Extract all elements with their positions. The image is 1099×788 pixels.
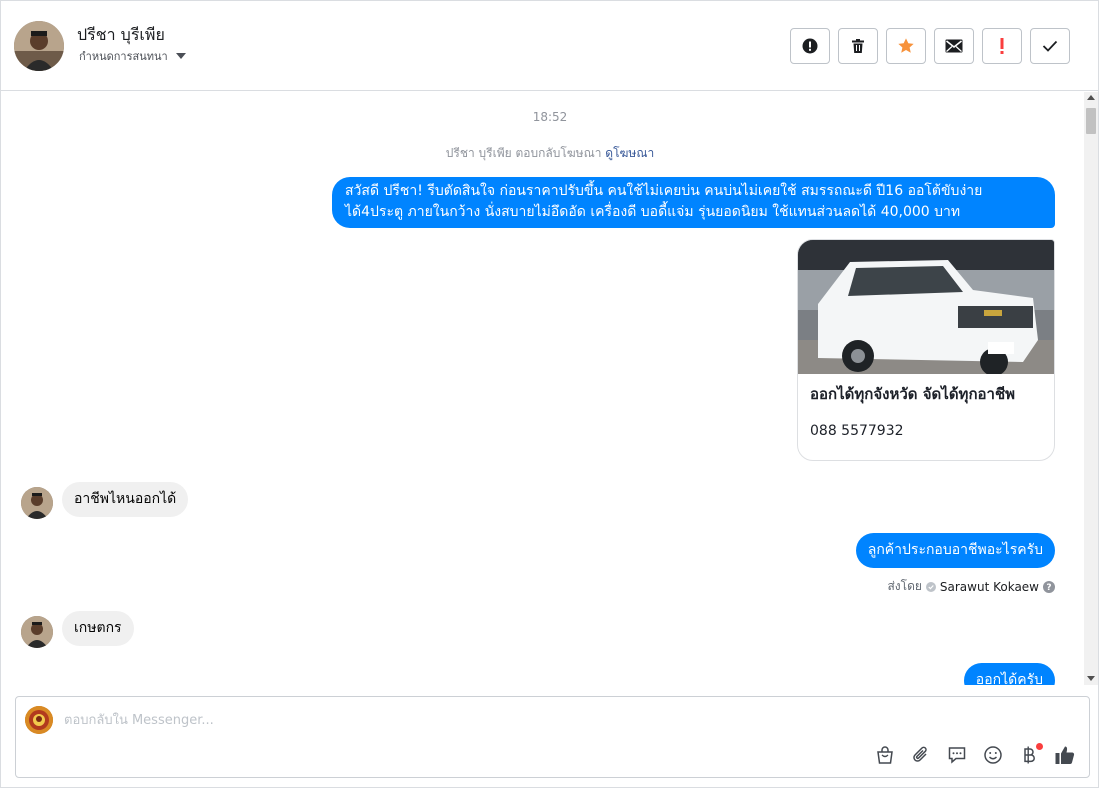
outgoing-message[interactable]: ลูกค้าประกอบอาชีพอะไรครับ — [855, 533, 1055, 568]
checkmark-icon — [1042, 40, 1058, 52]
contact-avatar-small — [21, 616, 53, 648]
star-button[interactable] — [886, 28, 926, 64]
page-avatar — [25, 706, 53, 734]
schedule-dropdown[interactable]: กำหนดการสนทนา — [79, 47, 186, 65]
ad-card[interactable]: ออกได้ทุกจังหวัด จัดได้ทุกอาชีพ 088 5577… — [797, 239, 1055, 461]
mark-done-button[interactable] — [1030, 28, 1070, 64]
messenger-panel: ปรีชา บุรีเพีย กำหนดการสนทนา 18:52 ปรีชา… — [0, 0, 1099, 788]
delete-button[interactable] — [838, 28, 878, 64]
incoming-message[interactable]: เกษตกร — [62, 611, 134, 646]
payment-button[interactable] — [1017, 743, 1043, 767]
like-button[interactable] — [1053, 743, 1077, 767]
paperclip-icon — [913, 746, 927, 762]
view-ad-link[interactable]: ดูโฆษณา — [605, 146, 654, 160]
chat-bubble-icon — [948, 747, 966, 764]
baht-icon — [1024, 746, 1035, 764]
ad-card-phone: 088 5577932 — [810, 423, 904, 439]
message-input[interactable] — [64, 709, 964, 731]
mark-unread-button[interactable] — [934, 28, 974, 64]
exclamation-icon — [1000, 38, 1004, 54]
scroll-up-arrow-icon[interactable] — [1087, 95, 1095, 100]
star-icon — [898, 38, 914, 53]
bag-icon — [877, 746, 893, 764]
contact-avatar[interactable] — [14, 21, 64, 71]
sender-name[interactable]: Sarawut Kokaew — [940, 580, 1039, 594]
message-list[interactable]: 18:52 ปรีชา บุรีเพีย ตอบกลับโฆษณา ดูโฆษณ… — [2, 92, 1098, 685]
saved-replies-button[interactable] — [945, 743, 969, 767]
svg-text:?: ? — [1046, 583, 1051, 593]
ad-reply-notice: ปรีชา บุรีเพีย ตอบกลับโฆษณา ดูโฆษณา — [2, 144, 1098, 163]
conversation-header: ปรีชา บุรีเพีย กำหนดการสนทนา — [1, 1, 1098, 91]
scrollbar-thumb[interactable] — [1086, 108, 1096, 134]
verified-icon — [925, 581, 936, 592]
ad-reply-text: ปรีชา บุรีเพีย ตอบกลับโฆษณา — [445, 146, 602, 160]
notification-dot — [1036, 743, 1043, 750]
schedule-label: กำหนดการสนทนา — [79, 50, 168, 63]
follow-up-button[interactable] — [982, 28, 1022, 64]
shop-button[interactable] — [873, 743, 897, 767]
attach-button[interactable] — [909, 743, 933, 767]
scrollbar[interactable] — [1084, 92, 1098, 685]
incoming-message[interactable]: อาชีพไหนออกได้ — [62, 482, 189, 517]
emoji-button[interactable] — [981, 743, 1005, 767]
sent-by-prefix: ส่งโดย — [887, 579, 922, 593]
thumbs-up-icon — [1055, 746, 1075, 765]
envelope-icon — [945, 39, 963, 53]
outgoing-message[interactable]: ออกได้ครับ — [963, 663, 1055, 685]
smiley-icon — [984, 746, 1002, 764]
help-icon[interactable]: ? — [1043, 580, 1055, 593]
mark-spam-button[interactable] — [790, 28, 830, 64]
alert-circle-icon — [802, 38, 818, 54]
sent-by-label: ส่งโดย Sarawut Kokaew ? — [887, 577, 1055, 596]
trash-icon — [852, 39, 864, 53]
caret-down-icon — [175, 53, 186, 59]
scroll-down-arrow-icon[interactable] — [1087, 676, 1095, 681]
composer-toolbar — [873, 743, 1077, 767]
contact-avatar-small — [21, 487, 53, 519]
contact-name[interactable]: ปรีชา บุรีเพีย — [77, 23, 165, 48]
car-image — [798, 240, 1054, 374]
outgoing-message[interactable]: สวัสดี ปรีชา! รีบตัดสินใจ ก่อนราคาปรับขึ… — [332, 177, 1055, 228]
reply-composer — [15, 696, 1090, 778]
message-timestamp: 18:52 — [532, 110, 568, 124]
ad-card-title: ออกได้ทุกจังหวัด จัดได้ทุกอาชีพ — [810, 385, 1016, 403]
header-toolbar — [790, 28, 1070, 64]
